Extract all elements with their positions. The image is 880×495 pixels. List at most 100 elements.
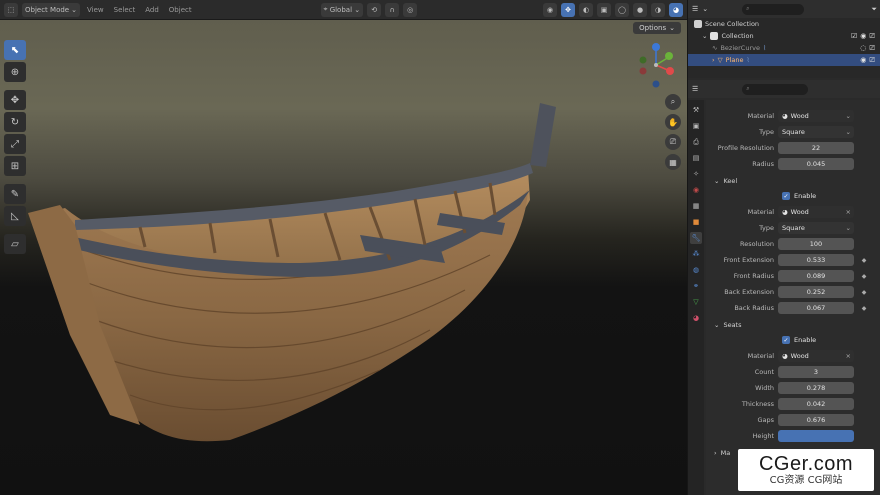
options-dropdown[interactable]: Options ⌄ xyxy=(633,22,681,34)
outliner-row-scene-collection[interactable]: Scene Collection xyxy=(688,18,880,30)
eye-icon: ◉ xyxy=(546,5,554,14)
tab-physics[interactable]: ◍ xyxy=(690,264,702,276)
front-extension-field[interactable]: 0.533 xyxy=(778,254,854,266)
camera-icon[interactable]: ⎚ xyxy=(869,32,875,41)
particles-icon: ⁂ xyxy=(692,250,700,258)
proportional-button[interactable]: ◎ xyxy=(403,2,418,17)
keel-material-label: Material xyxy=(747,208,774,216)
material-field[interactable]: ◕ Wood ⌄ xyxy=(778,110,854,122)
seats-enable-checkbox[interactable]: ✓ Enable xyxy=(706,332,880,348)
navigation-gizmo[interactable] xyxy=(633,40,679,90)
physics-icon: ◍ xyxy=(692,266,700,274)
y-axis-handle[interactable] xyxy=(665,52,673,60)
front-radius-field[interactable]: 0.089 xyxy=(778,270,854,282)
checkbox-icon[interactable]: ☑ xyxy=(851,32,857,41)
zoom-button[interactable]: ⌕ xyxy=(665,94,681,110)
keel-material-field[interactable]: ◕ Wood × xyxy=(778,206,854,218)
keyframe-icon[interactable]: ◆ xyxy=(860,304,868,312)
outliner-editor-icon[interactable]: ☰ xyxy=(692,5,698,13)
wireframe-icon: ◯ xyxy=(618,5,626,14)
camera-view-button[interactable]: ⎚ xyxy=(665,134,681,150)
tab-data[interactable]: ▽ xyxy=(690,296,702,308)
thickness-field[interactable]: 0.042 xyxy=(778,398,854,410)
tab-collection[interactable]: ▦ xyxy=(690,200,702,212)
funnel-icon[interactable]: ⏷ xyxy=(871,5,877,14)
gaps-field[interactable]: 0.676 xyxy=(778,414,854,426)
tab-scene[interactable]: ✧ xyxy=(690,168,702,180)
menu-add[interactable]: Add xyxy=(142,6,162,14)
xray-button[interactable]: ▣ xyxy=(597,2,612,17)
menu-object[interactable]: Object xyxy=(166,6,195,14)
camera-icon[interactable]: ⎚ xyxy=(869,56,875,65)
count-field[interactable]: 3 xyxy=(778,366,854,378)
visibility-button[interactable]: ◉ xyxy=(543,2,558,17)
seats-material-field[interactable]: ◕ Wood × xyxy=(778,350,854,362)
width-field[interactable]: 0.278 xyxy=(778,382,854,394)
properties-editor-icon[interactable]: ☰ xyxy=(692,85,698,93)
keyframe-icon[interactable]: ◆ xyxy=(860,288,868,296)
neg-z-handle[interactable] xyxy=(652,80,660,88)
tab-constraints[interactable]: ⚭ xyxy=(690,280,702,292)
eye-closed-icon[interactable]: ◌ xyxy=(860,44,866,53)
keel-type-dropdown[interactable]: Square ⌄ xyxy=(778,222,854,234)
tab-object[interactable]: ■ xyxy=(690,216,702,228)
eye-icon[interactable]: ◉ xyxy=(860,56,866,65)
type-dropdown[interactable]: Square ⌄ xyxy=(778,126,854,138)
tab-view-layer[interactable]: ▤ xyxy=(690,152,702,164)
properties-search-input[interactable]: ⌕ xyxy=(742,83,809,95)
gizmo-toggle-button[interactable]: ✥ xyxy=(561,2,576,17)
close-icon[interactable]: × xyxy=(846,208,854,216)
outliner-row-collection[interactable]: ⌄ Collection ☑ ◉ ⎚ xyxy=(688,30,880,42)
radius-field[interactable]: 0.045 xyxy=(778,158,854,170)
outliner-search-input[interactable]: ⌕ xyxy=(742,3,805,15)
pivot-button[interactable]: ⟲ xyxy=(367,2,382,17)
keel-section-header[interactable]: ⌄ Keel xyxy=(706,174,880,188)
snap-button[interactable]: ∩ xyxy=(385,2,400,17)
menu-view[interactable]: View xyxy=(84,6,107,14)
shading-solid-button[interactable]: ● xyxy=(633,2,648,17)
select-box-tool[interactable]: ⬉ xyxy=(4,40,26,60)
x-axis-handle[interactable] xyxy=(666,67,674,75)
back-extension-field[interactable]: 0.252 xyxy=(778,286,854,298)
shading-rendered-button[interactable]: ◕ xyxy=(669,2,684,17)
tab-tool[interactable]: ⚒ xyxy=(690,104,702,116)
camera-icon[interactable]: ⎚ xyxy=(869,44,875,53)
tab-output[interactable]: ⎙ xyxy=(690,136,702,148)
keyframe-icon[interactable]: ◆ xyxy=(860,256,868,264)
tab-particles[interactable]: ⁂ xyxy=(690,248,702,260)
checkmark-icon: ✓ xyxy=(782,192,790,200)
boat-model[interactable] xyxy=(0,95,570,455)
mode-dropdown[interactable]: Object Mode ⌄ xyxy=(22,2,80,17)
neg-y-handle[interactable] xyxy=(639,56,647,64)
keel-resolution-field[interactable]: 100 xyxy=(778,238,854,250)
cursor-tool[interactable]: ⊕ xyxy=(4,62,26,82)
tab-render[interactable]: ▣ xyxy=(690,120,702,132)
seats-section-header[interactable]: ⌄ Seats xyxy=(706,318,880,332)
back-radius-field[interactable]: 0.067 xyxy=(778,302,854,314)
perspective-button[interactable]: ▦ xyxy=(665,154,681,170)
profile-resolution-field[interactable]: 22 xyxy=(778,142,854,154)
eye-icon[interactable]: ◉ xyxy=(860,32,866,41)
outliner-row-plane[interactable]: › ▽ Plane ⌇ ◉ ⎚ xyxy=(688,54,880,66)
filter-icon[interactable]: ⌄ xyxy=(702,5,708,13)
3d-viewport[interactable]: ⬚ Object Mode ⌄ View Select Add Object ⌖… xyxy=(0,0,687,495)
overlay-button[interactable]: ◐ xyxy=(579,2,594,17)
xray-icon: ▣ xyxy=(600,5,608,14)
tab-modifiers[interactable]: 🔧︎ xyxy=(690,232,702,244)
tab-material[interactable]: ◕ xyxy=(690,312,702,324)
hand-icon: ✋ xyxy=(668,117,678,127)
close-icon[interactable]: × xyxy=(846,352,854,360)
tab-world[interactable]: ◉ xyxy=(690,184,702,196)
neg-x-handle[interactable] xyxy=(639,67,647,75)
z-axis-handle[interactable] xyxy=(652,43,660,51)
outliner-row-beziercurve[interactable]: ∿ BezierCurve ⌇ ◌ ⎚ xyxy=(688,42,880,54)
keel-enable-checkbox[interactable]: ✓ Enable xyxy=(706,188,880,204)
height-field[interactable] xyxy=(778,430,854,442)
menu-select[interactable]: Select xyxy=(111,6,139,14)
orientation-dropdown[interactable]: ⌖ Global ⌄ xyxy=(320,2,364,17)
shading-material-button[interactable]: ◑ xyxy=(651,2,666,17)
editor-type-button[interactable]: ⬚ xyxy=(4,2,18,17)
pan-button[interactable]: ✋ xyxy=(665,114,681,130)
shading-wire-button[interactable]: ◯ xyxy=(615,2,630,17)
keyframe-icon[interactable]: ◆ xyxy=(860,272,868,280)
